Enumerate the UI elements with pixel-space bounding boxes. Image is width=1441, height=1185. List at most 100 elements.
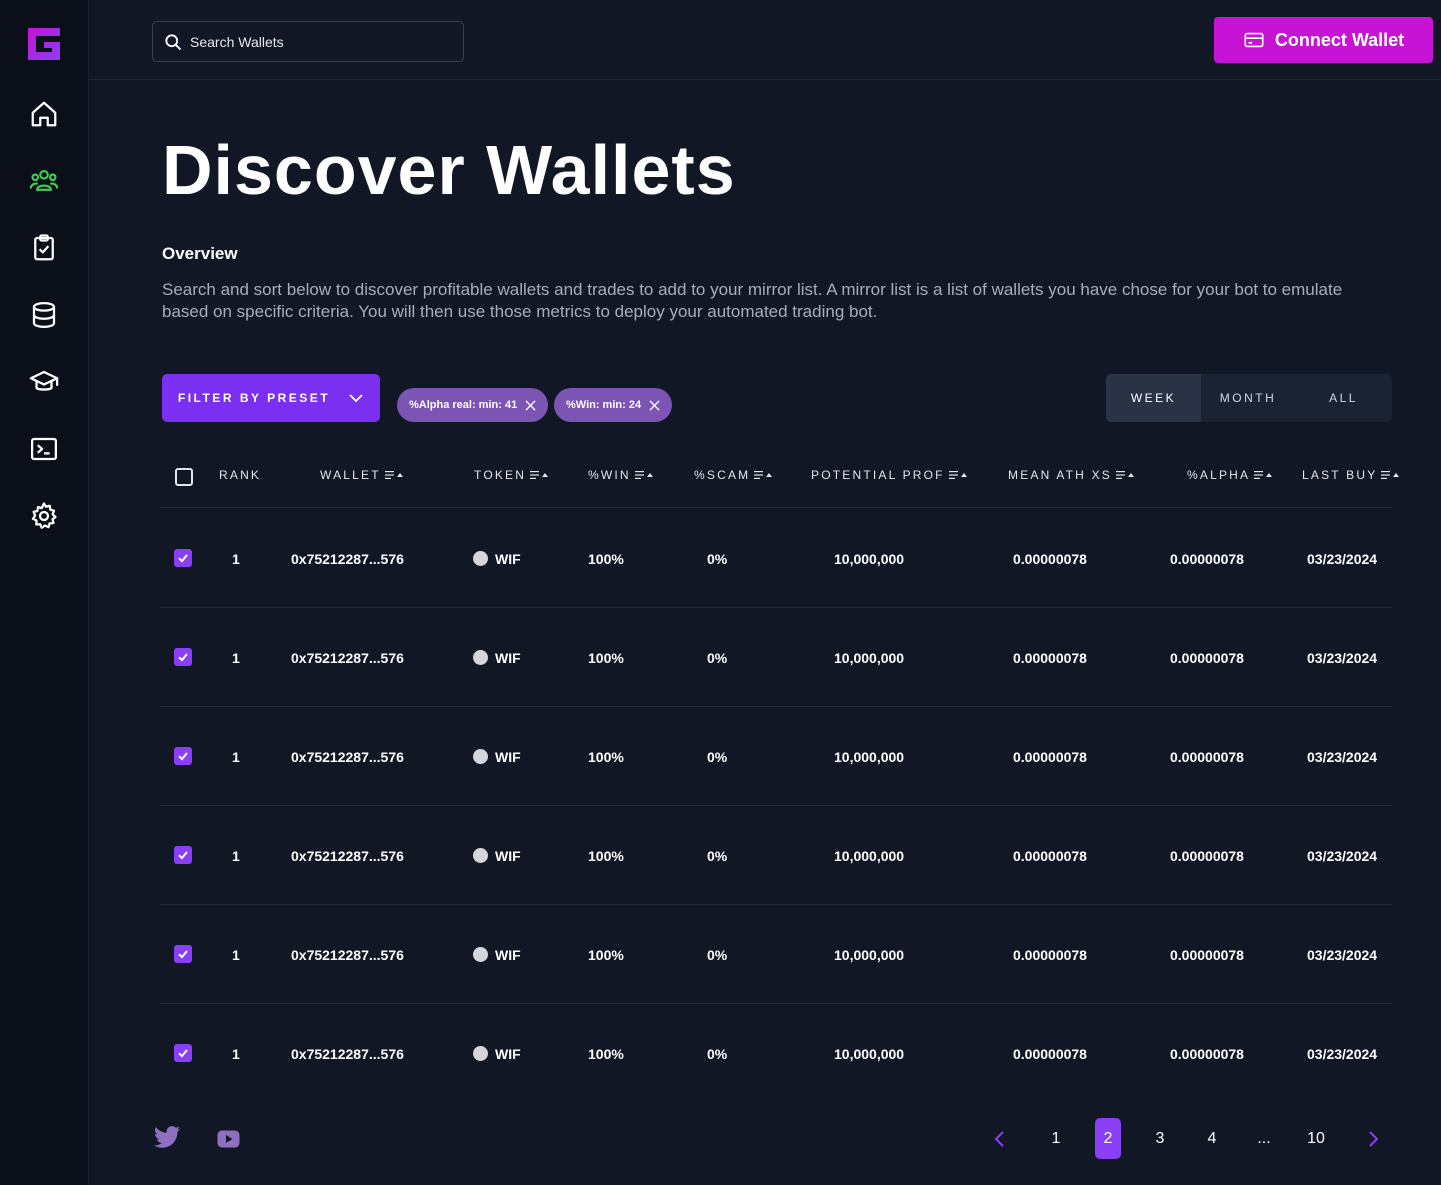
cell-wallet[interactable]: 0x75212287...576: [291, 707, 404, 806]
sidebar-item-terminal[interactable]: [28, 433, 60, 465]
cell-wallet[interactable]: 0x75212287...576: [291, 1004, 404, 1103]
sidebar-item-home[interactable]: [28, 98, 60, 130]
period-all[interactable]: ALL: [1295, 374, 1392, 422]
youtube-link[interactable]: [212, 1127, 245, 1156]
connect-wallet-label: Connect Wallet: [1274, 29, 1405, 50]
sidebar-item-learn[interactable]: [28, 366, 60, 398]
table-row[interactable]: 1 0x75212287...576 WIF 100% 0% 10,000,00…: [160, 806, 1392, 905]
cell-potential-prof: 10,000,000: [834, 847, 905, 864]
pagination-page-current[interactable]: 2: [1095, 1118, 1121, 1159]
cell-win: 100%: [588, 748, 624, 765]
pagination-page[interactable]: 10: [1304, 1118, 1328, 1159]
close-icon[interactable]: [525, 399, 536, 411]
column-header-potential-prof[interactable]: POTENTIAL PROF: [811, 460, 967, 490]
cell-wallet[interactable]: 0x75212287...576: [291, 509, 404, 608]
cell-scam: 0%: [707, 847, 728, 864]
close-icon[interactable]: [649, 399, 660, 411]
period-toggle: WEEK MONTH ALL: [1106, 374, 1392, 422]
logo-icon[interactable]: [26, 26, 62, 62]
period-month[interactable]: MONTH: [1201, 374, 1295, 422]
sidebar-item-tasks[interactable]: [28, 232, 60, 264]
check-icon: [178, 554, 188, 563]
column-header-last-buy[interactable]: LAST BUY: [1302, 460, 1400, 490]
column-header-scam[interactable]: %SCAM: [694, 460, 773, 490]
cell-win: 100%: [588, 946, 624, 963]
sort-icon[interactable]: [530, 470, 549, 480]
sort-icon[interactable]: [1116, 470, 1134, 480]
cell-wallet[interactable]: 0x75212287...576: [291, 806, 404, 905]
period-week[interactable]: WEEK: [1106, 374, 1201, 422]
cell-potential-prof: 10,000,000: [834, 1045, 905, 1062]
pagination-prev[interactable]: [990, 1118, 1010, 1159]
pagination-page[interactable]: 1: [1047, 1118, 1065, 1159]
row-checkbox[interactable]: [174, 648, 192, 666]
column-header-wallet[interactable]: WALLET: [320, 460, 403, 490]
pagination-page[interactable]: 3: [1151, 1118, 1169, 1159]
row-checkbox[interactable]: [174, 846, 192, 864]
pagination-next[interactable]: [1363, 1118, 1383, 1159]
table-row[interactable]: 1 0x75212287...576 WIF 100% 0% 10,000,00…: [160, 1004, 1392, 1103]
sort-icon[interactable]: [948, 470, 967, 480]
sort-icon[interactable]: [1254, 470, 1273, 480]
row-checkbox[interactable]: [174, 1044, 192, 1062]
cell-potential-prof: 10,000,000: [834, 550, 905, 567]
cell-alpha: 0.00000078: [1170, 550, 1244, 567]
table-row[interactable]: 1 0x75212287...576 WIF 100% 0% 10,000,00…: [160, 707, 1392, 806]
database-icon: [32, 302, 56, 329]
column-header-win[interactable]: %WIN: [588, 460, 653, 490]
cell-scam: 0%: [707, 649, 728, 666]
table-row[interactable]: 1 0x75212287...576 WIF 100% 0% 10,000,00…: [160, 608, 1392, 707]
check-icon: [178, 1049, 188, 1058]
cell-wallet[interactable]: 0x75212287...576: [291, 905, 404, 1004]
filter-chip-win[interactable]: %Win: min: 24: [554, 388, 673, 422]
cell-mean-ath-xs: 0.00000078: [1013, 847, 1087, 864]
twitter-icon: [153, 1126, 181, 1148]
row-checkbox[interactable]: [174, 945, 192, 963]
search-box[interactable]: [152, 21, 464, 62]
select-all-checkbox[interactable]: [175, 468, 193, 486]
sort-icon[interactable]: [384, 470, 403, 480]
filter-chip-alpha[interactable]: %Alpha real: min: 41: [397, 388, 549, 422]
cell-token: WIF: [473, 707, 521, 806]
chevron-right-icon: [1369, 1130, 1379, 1147]
sidebar-item-settings[interactable]: [28, 500, 60, 532]
youtube-icon: [217, 1130, 240, 1148]
sort-icon[interactable]: [1381, 470, 1400, 480]
cell-last-buy: 03/23/2024: [1307, 946, 1378, 963]
sidebar-item-data[interactable]: [28, 299, 60, 331]
token-icon: [473, 551, 488, 566]
cell-last-buy: 03/23/2024: [1307, 550, 1378, 567]
sidebar: [0, 0, 89, 1185]
cell-last-buy: 03/23/2024: [1307, 748, 1378, 765]
search-input[interactable]: [190, 33, 450, 50]
check-icon: [178, 851, 188, 860]
table-row[interactable]: 1 0x75212287...576 WIF 100% 0% 10,000,00…: [160, 905, 1392, 1004]
sort-icon[interactable]: [754, 470, 773, 480]
table-row[interactable]: 1 0x75212287...576 WIF 100% 0% 10,000,00…: [160, 509, 1392, 608]
cell-rank: 1: [232, 1045, 240, 1062]
cell-mean-ath-xs: 0.00000078: [1013, 748, 1087, 765]
cell-win: 100%: [588, 550, 624, 567]
cell-token: WIF: [473, 1004, 521, 1103]
cell-alpha: 0.00000078: [1170, 748, 1244, 765]
column-header-alpha[interactable]: %ALPHA: [1187, 460, 1273, 490]
check-icon: [178, 653, 188, 662]
cell-token: WIF: [473, 608, 521, 707]
sidebar-item-wallets[interactable]: [28, 165, 60, 197]
connect-wallet-button[interactable]: Connect Wallet: [1214, 17, 1433, 63]
filter-by-preset-button[interactable]: FILTER BY PRESET: [162, 374, 380, 422]
column-header-token[interactable]: TOKEN: [474, 460, 549, 490]
cell-alpha: 0.00000078: [1170, 946, 1244, 963]
column-header-mean-ath-xs[interactable]: MEAN ATH XS: [1008, 460, 1134, 490]
column-header-rank: RANK: [219, 468, 262, 482]
sort-icon[interactable]: [634, 470, 653, 480]
cell-token: WIF: [473, 905, 521, 1004]
chevron-left-icon: [994, 1130, 1004, 1147]
filter-chip-label: %Win: min: 24: [566, 399, 642, 411]
row-checkbox[interactable]: [174, 549, 192, 567]
cell-wallet[interactable]: 0x75212287...576: [291, 608, 404, 707]
row-checkbox[interactable]: [174, 747, 192, 765]
twitter-link[interactable]: [150, 1123, 183, 1158]
cell-scam: 0%: [707, 1045, 728, 1062]
pagination-page[interactable]: 4: [1203, 1118, 1221, 1159]
